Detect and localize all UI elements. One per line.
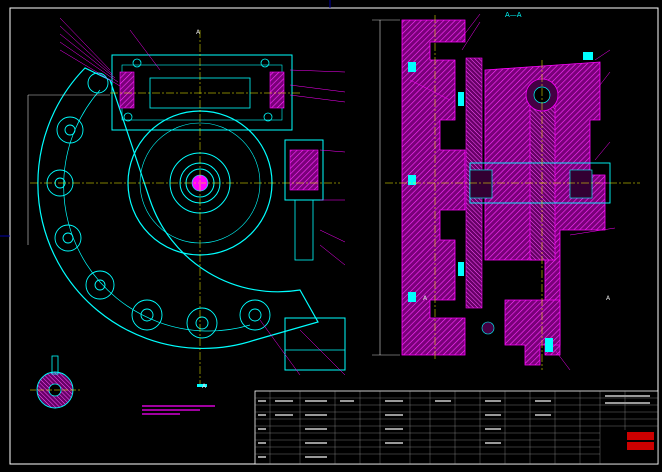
curved-arm	[37, 67, 319, 350]
section-view	[372, 13, 640, 371]
view-mark-a-section-right: A	[606, 295, 611, 302]
title-stamp-1	[627, 432, 654, 440]
section-label: A—A	[505, 11, 522, 19]
cad-drawing-canvas[interactable]: A A A—A A A	[0, 0, 662, 472]
title-block	[254, 390, 659, 465]
drawing-svg: A A A—A A A	[0, 0, 659, 465]
title-stamp-2	[627, 442, 654, 450]
front-view	[27, 17, 346, 415]
